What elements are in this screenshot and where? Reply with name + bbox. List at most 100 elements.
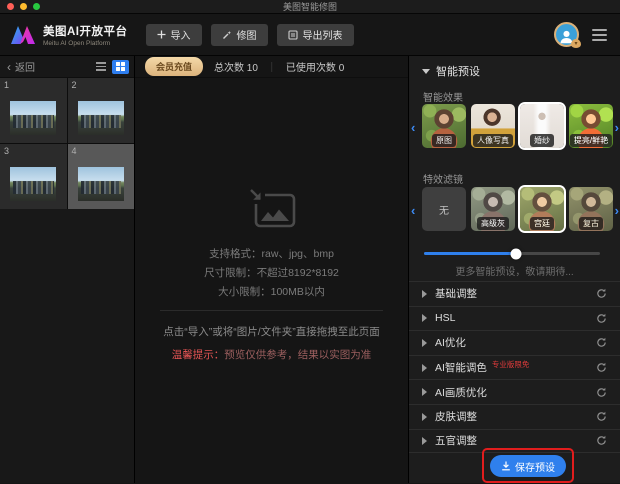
photo-thumbnail-2[interactable]: 2 [67,78,134,143]
export-list-button[interactable]: 导出列表 [276,23,354,46]
effect-wedding-dress[interactable]: 婚纱 [520,104,564,148]
list-view-icon [95,62,106,71]
grid-view-icon [115,61,126,72]
photo-index: 3 [4,146,10,156]
slider-fill [424,252,516,255]
back-button[interactable]: ‹ 返回 [7,59,35,75]
magic-wand-icon [222,30,232,40]
chevron-right-icon [422,412,427,421]
effect-label: 婚纱 [530,134,554,147]
chevron-right-icon [422,289,427,298]
photo-index: 2 [71,80,77,90]
minimize-window-button[interactable] [20,3,27,10]
special-filters-label: 特效滤镜 [423,175,463,186]
filters-scroll-right-icon[interactable]: › [615,204,619,217]
reset-icon[interactable] [596,435,607,446]
grid-view-toggle[interactable] [112,59,129,74]
size-limit-text: 大小限制：100MB以内 [218,286,325,298]
effect-label: 提亮/鲜艳 [569,134,613,147]
filter-palace[interactable]: 宫廷 [520,187,564,231]
drop-hint-text: 点击“导入”或将“图片/文件夹”直接拖拽至此页面 [163,326,380,338]
tip-body: 预览仅供参考，结果以实图为准 [224,349,372,361]
reset-icon[interactable] [596,411,607,422]
section-facial-features[interactable]: 五官调整 [409,428,620,454]
image-import-icon [247,188,297,235]
platform-subtitle: Meitu AI Open Platform [43,39,111,47]
filters-scroll-left-icon[interactable]: ‹ [411,204,415,217]
effect-portrait-photo[interactable]: 人像写真 [471,104,515,148]
app-logo: 美图AI开放平台 Meitu AI Open Platform [10,23,128,47]
list-view-toggle[interactable] [92,60,109,74]
zoom-window-button[interactable] [33,3,40,10]
support-format-text: 支持格式：raw、jpg、bmp [209,248,334,260]
save-preset-label: 保存预设 [515,462,555,474]
photo-thumbnail-3[interactable]: 3 [0,144,67,209]
vip-badge-icon: ▾ [571,39,581,48]
filter-strength-slider[interactable] [424,248,600,259]
save-preset-button[interactable]: 保存预设 [490,455,566,477]
chevron-right-icon [422,338,427,347]
chevron-right-icon [422,436,427,445]
photo-index: 1 [4,80,10,90]
platform-title: 美图AI开放平台 [43,25,128,38]
tip-prefix: 温馨提示： [171,349,225,361]
smart-effects-label: 智能效果 [423,93,463,104]
close-window-button[interactable] [7,3,14,10]
filter-retro[interactable]: 复古 [569,187,613,231]
header-toolbar: 导入 修图 导出列表 [145,23,354,46]
workspace: 会员充值 总次数 10 ｜ 已使用次数 0 支持格式：raw、jpg、bmp 尺… [135,56,408,483]
reset-icon[interactable] [596,313,607,324]
filter-label: 高级灰 [477,217,509,230]
photo-index: 4 [71,146,77,156]
slider-thumb[interactable] [510,248,522,259]
save-icon [502,461,510,471]
smart-preset-section-header[interactable]: 智能预设 [422,63,480,79]
group-photo-image [10,167,57,201]
filter-none[interactable]: 无 [422,187,466,231]
group-photo-image [77,101,124,135]
app-header: 美图AI开放平台 Meitu AI Open Platform 导入 修图 导出… [0,14,620,56]
effect-label: 原图 [432,134,456,147]
member-recharge-button[interactable]: 会员充值 [145,57,204,76]
usage-stats: 总次数 10 ｜ 已使用次数 0 [214,59,344,74]
section-basic-adjust[interactable]: 基础调整 [409,281,620,306]
reset-icon[interactable] [596,288,607,299]
section-skin-adjust[interactable]: 皮肤调整 [409,403,620,429]
photo-thumbnail-1[interactable]: 1 [0,78,67,143]
section-ai-optimize[interactable]: AI优化 [409,330,620,355]
reset-icon[interactable] [596,337,607,348]
menu-button[interactable] [592,28,607,41]
back-button-label: 返回 [15,63,35,74]
section-ai-quality[interactable]: AI画质优化 [409,379,620,404]
chevron-right-icon [422,363,427,372]
effects-scroll-right-icon[interactable]: › [615,121,619,134]
reset-icon[interactable] [596,387,607,398]
filter-advanced-gray[interactable]: 高级灰 [471,187,515,231]
effects-scroll-left-icon[interactable]: ‹ [411,121,415,134]
group-photo-image [10,101,57,135]
warm-tip-text: 温馨提示：预览仅供参考，结果以实图为准 [135,347,408,362]
filter-label: 复古 [579,217,603,230]
group-photo-image [77,167,124,201]
window-title: 美图智能修图 [282,2,337,12]
chevron-right-icon [422,388,427,397]
import-button[interactable]: 导入 [145,23,202,46]
effect-original[interactable]: 原图 [422,104,466,148]
user-avatar[interactable]: ▾ [554,22,581,48]
special-filters-row: 无 高级灰 宫廷 复古 [422,187,613,231]
smart-effects-row: 原图 人像写真 婚纱 提亮/鲜艳 [422,104,613,148]
chevron-left-icon: ‹ [7,59,11,74]
plus-icon [157,30,166,39]
stats-separator: ｜ [266,63,277,74]
adjustment-panel: 智能预设 智能效果 原图 人像写真 婚纱 提亮/鲜艳 ‹ › 特效滤镜 无 高级… [408,56,620,483]
dimension-limit-text: 尺寸限制：不超过8192*8192 [204,267,339,279]
photo-list-sidebar: ‹ 返回 1 2 3 4 [0,56,135,483]
chevron-right-icon [422,314,427,323]
reset-icon[interactable] [596,362,607,373]
retouch-button[interactable]: 修图 [210,23,268,46]
adjustment-sections: 基础调整 HSL AI优化 AI智能调色 专业版限免 AI画质优化 皮肤调整 五… [409,281,620,454]
effect-brighten-vivid[interactable]: 提亮/鲜艳 [569,104,613,148]
section-ai-smart-color[interactable]: AI智能调色 专业版限免 [409,354,620,380]
section-hsl[interactable]: HSL [409,305,620,331]
photo-thumbnail-4[interactable]: 4 [67,144,134,209]
